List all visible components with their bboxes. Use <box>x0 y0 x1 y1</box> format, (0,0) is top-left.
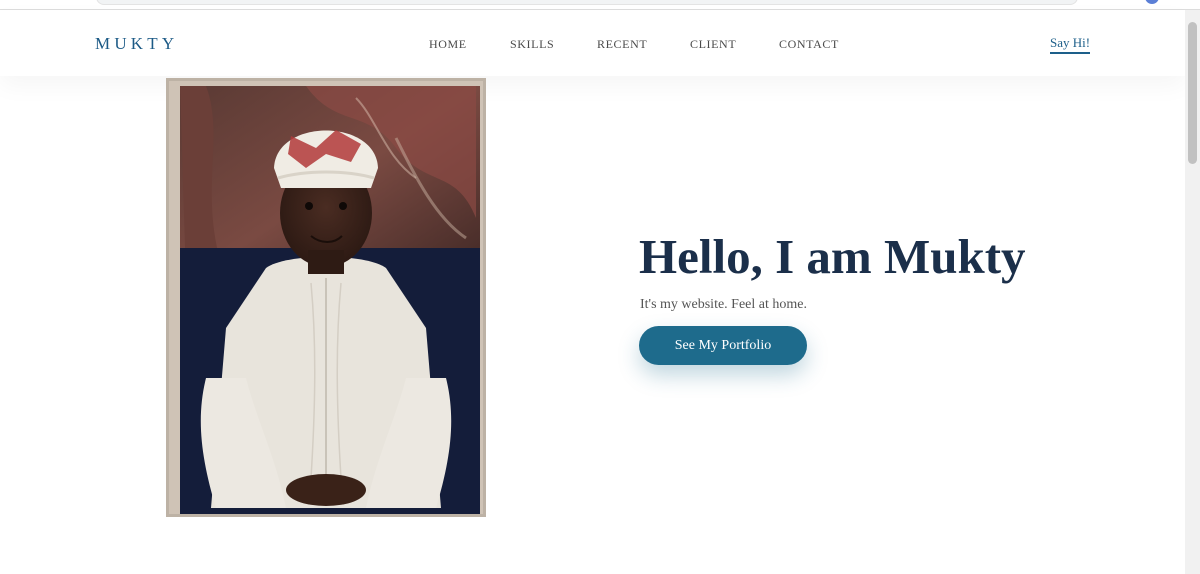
say-hi-link[interactable]: Say Hi! <box>1050 35 1091 54</box>
nav-client[interactable]: CLIENT <box>690 37 736 52</box>
page-scrollbar[interactable] <box>1185 10 1200 574</box>
nav-contact[interactable]: CONTACT <box>779 37 839 52</box>
browser-chrome-strip <box>0 0 1200 10</box>
hero-title: Hello, I am Mukty <box>639 229 1026 284</box>
profile-icon[interactable] <box>1145 0 1159 4</box>
nav-home[interactable]: HOME <box>429 37 467 52</box>
portrait-photo <box>166 78 486 517</box>
nav-recent[interactable]: RECENT <box>597 37 647 52</box>
see-portfolio-button[interactable]: See My Portfolio <box>639 326 807 365</box>
top-navbar: MUKTY HOME SKILLS RECENT CLIENT CONTACT … <box>0 10 1185 76</box>
portrait-illustration <box>166 78 486 517</box>
brand-logo[interactable]: MUKTY <box>95 34 178 54</box>
nav-skills[interactable]: SKILLS <box>510 37 554 52</box>
hero-subtitle: It's my website. Feel at home. <box>640 297 807 312</box>
address-bar[interactable] <box>96 0 1078 5</box>
scrollbar-thumb[interactable] <box>1188 22 1197 164</box>
